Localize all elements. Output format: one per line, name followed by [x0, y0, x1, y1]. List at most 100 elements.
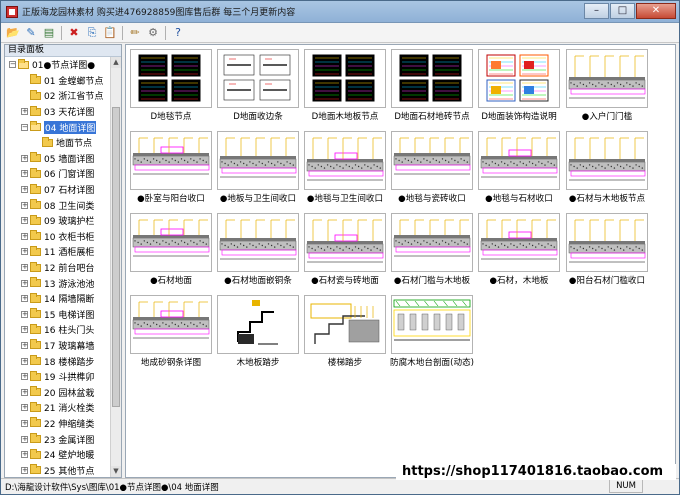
drawing-thumbnail[interactable]: [566, 213, 648, 272]
expand-icon[interactable]: +: [21, 170, 28, 178]
thumbnail-label[interactable]: 防腐木地台剖面(动态): [388, 358, 476, 369]
drawing-thumbnail[interactable]: [391, 131, 473, 190]
drawing-thumbnail[interactable]: [130, 213, 212, 272]
scroll-thumb[interactable]: [112, 107, 120, 407]
thumbnail-label[interactable]: 地成砂钢条详图: [127, 358, 215, 369]
minimize-button[interactable]: –: [584, 3, 609, 19]
expand-icon[interactable]: +: [21, 201, 28, 209]
drawing-thumbnail[interactable]: [478, 49, 560, 108]
expand-icon[interactable]: +: [21, 295, 28, 303]
close-button[interactable]: ✕: [636, 3, 676, 19]
tree-item[interactable]: +10 衣柜书柜: [5, 229, 110, 245]
drawing-thumbnail[interactable]: [304, 131, 386, 190]
edit-icon[interactable]: ✎: [23, 25, 39, 41]
tree-item[interactable]: +08 卫生间类: [5, 197, 110, 213]
tree-item[interactable]: +14 隔墙隔断: [5, 291, 110, 307]
tool-icon[interactable]: ⚙: [145, 25, 161, 41]
tree-item[interactable]: − 04 地面详图: [5, 119, 110, 135]
expand-icon[interactable]: +: [21, 108, 28, 116]
drawing-thumbnail[interactable]: [130, 131, 212, 190]
thumbnail-label[interactable]: 木地板踏步: [214, 358, 302, 369]
drawing-thumbnail[interactable]: [391, 295, 473, 354]
expand-icon[interactable]: +: [21, 357, 28, 365]
expand-icon[interactable]: +: [21, 326, 28, 334]
thumbnail-label[interactable]: ●石材，木地板: [475, 276, 563, 287]
tree-item[interactable]: +07 石材详图: [5, 182, 110, 198]
tree-item[interactable]: +13 游泳池池: [5, 275, 110, 291]
tree-item[interactable]: +16 柱头门头: [5, 322, 110, 338]
title-bar[interactable]: 正版海龙园林素材 购买进476928859图库售后群 每三个月更新内容 – □ …: [1, 1, 679, 23]
scroll-down-icon[interactable]: ▼: [111, 466, 121, 477]
drawing-thumbnail[interactable]: [217, 49, 299, 108]
drawing-thumbnail[interactable]: [391, 213, 473, 272]
expand-icon[interactable]: +: [21, 310, 28, 318]
thumbnail-label[interactable]: ●石材门槛与木地板: [388, 276, 476, 287]
tree-item[interactable]: +03 天花详图: [5, 104, 110, 120]
thumbnail-label[interactable]: ●石材与木地板节点: [563, 194, 651, 205]
drawing-thumbnail[interactable]: [304, 295, 386, 354]
collapse-icon[interactable]: −: [9, 61, 16, 69]
drawing-thumbnail[interactable]: [217, 131, 299, 190]
tree-item[interactable]: +23 金属详图: [5, 431, 110, 447]
drawing-thumbnail[interactable]: [130, 49, 212, 108]
thumbnail-label[interactable]: ●阳台石材门槛收口: [563, 276, 651, 287]
delete-icon[interactable]: ✖: [66, 25, 82, 41]
open-folder-icon[interactable]: 📂: [5, 25, 21, 41]
thumbnail-label[interactable]: ●石材瓷与砖地面: [301, 276, 389, 287]
expand-icon[interactable]: +: [21, 373, 28, 381]
tree-item[interactable]: 01 金螳螂节点: [5, 73, 110, 89]
expand-icon[interactable]: +: [21, 341, 28, 349]
expand-icon[interactable]: +: [21, 154, 28, 162]
drawing-thumbnail[interactable]: [566, 49, 648, 108]
thumbnail-label[interactable]: D地面木地板节点: [301, 112, 389, 123]
thumbnail-label[interactable]: D地毯节点: [127, 112, 215, 123]
tree-item[interactable]: 地面节点: [5, 135, 110, 151]
drawing-thumbnail[interactable]: [304, 213, 386, 272]
scroll-up-icon[interactable]: ▲: [111, 57, 121, 68]
thumbnail-label[interactable]: ●地毯与石材收口: [475, 194, 563, 205]
expand-icon[interactable]: +: [21, 466, 28, 474]
drawing-thumbnail[interactable]: [130, 295, 212, 354]
tree-item[interactable]: +12 前台吧台: [5, 260, 110, 276]
expand-icon[interactable]: +: [21, 279, 28, 287]
folder-tree[interactable]: −01●节点详图● 01 金螳螂节点 02 浙江省节点 +03 天花详图 −04 地面详…: [5, 57, 110, 477]
tree-item[interactable]: +21 消火栓类: [5, 400, 110, 416]
tree-item[interactable]: +09 玻璃护栏: [5, 213, 110, 229]
tree-item[interactable]: +15 电梯详图: [5, 307, 110, 323]
paste-icon[interactable]: 📋: [102, 25, 118, 41]
expand-icon[interactable]: +: [21, 264, 28, 272]
expand-icon[interactable]: +: [21, 217, 28, 225]
expand-icon[interactable]: +: [21, 232, 28, 240]
tree-item[interactable]: +22 伸缩缝类: [5, 416, 110, 432]
thumbnail-label[interactable]: ●石材地面嵌铜条: [214, 276, 302, 287]
expand-icon[interactable]: +: [21, 404, 28, 412]
collapse-icon[interactable]: −: [21, 123, 28, 131]
tree-item[interactable]: 02 浙江省节点: [5, 88, 110, 104]
tree-item[interactable]: +17 玻璃幕墙: [5, 338, 110, 354]
thumbnail-label[interactable]: ●卧室与阳台收口: [127, 194, 215, 205]
tree-item[interactable]: +19 斗拱榫卯: [5, 369, 110, 385]
drawing-thumbnail[interactable]: [217, 213, 299, 272]
tree-item[interactable]: +20 园林盆栽: [5, 384, 110, 400]
tree-scrollbar[interactable]: ▲ ▼: [110, 57, 121, 477]
thumbnail-label[interactable]: 楼梯踏步: [301, 358, 389, 369]
thumbnail-label[interactable]: ●石材地面: [127, 276, 215, 287]
expand-icon[interactable]: +: [21, 186, 28, 194]
drawing-thumbnail[interactable]: [304, 49, 386, 108]
tree-item[interactable]: +25 其他节点: [5, 462, 110, 477]
help-icon[interactable]: ?: [170, 25, 186, 41]
expand-icon[interactable]: +: [21, 435, 28, 443]
expand-icon[interactable]: +: [21, 248, 28, 256]
thumbnail-label[interactable]: D地面装饰构造说明: [475, 112, 563, 123]
copy-icon[interactable]: ⎘: [84, 25, 100, 41]
thumbnail-label[interactable]: ●入户门门槛: [563, 112, 651, 123]
tree-item[interactable]: +11 酒柜展柜: [5, 244, 110, 260]
drawing-thumbnail[interactable]: [478, 131, 560, 190]
thumbnail-label[interactable]: ●地毯与瓷砖收口: [388, 194, 476, 205]
expand-icon[interactable]: +: [21, 451, 28, 459]
expand-icon[interactable]: +: [21, 419, 28, 427]
thumbnail-label[interactable]: D地面石材地砖节点: [388, 112, 476, 123]
maximize-button[interactable]: □: [610, 3, 635, 19]
list-icon[interactable]: ▤: [41, 25, 57, 41]
tree-item[interactable]: − 01●节点详图●: [5, 57, 110, 73]
